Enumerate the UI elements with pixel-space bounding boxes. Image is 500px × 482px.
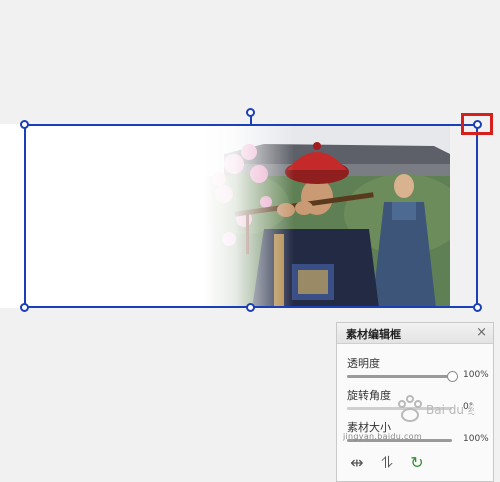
resize-handle-bottom-right[interactable]: [473, 303, 482, 312]
watermark-url: jingyan.baidu.com: [343, 432, 422, 441]
highlight-box: [461, 113, 493, 135]
close-icon[interactable]: ×: [476, 325, 487, 340]
rotate-handle[interactable]: [246, 108, 255, 117]
opacity-label: 透明度: [347, 357, 380, 370]
resize-handle-bottom-left[interactable]: [20, 303, 29, 312]
adjacent-material-area: [0, 124, 24, 308]
baidu-watermark-logo: Bai du 经验: [398, 395, 474, 422]
flip-horizontal-icon[interactable]: ⇹: [347, 453, 367, 473]
opacity-value: 100%: [463, 370, 489, 380]
panel-header: 素材编辑框 ×: [337, 323, 493, 344]
rotate-icon[interactable]: ↻: [407, 453, 427, 473]
rotation-stem: [250, 116, 252, 125]
opacity-slider-fill: [347, 375, 452, 378]
editor-canvas[interactable]: 素材编辑框 × 透明度 100% 旋转角度 0° 素材大小 100% ⇹ ⥮ ↻…: [0, 0, 500, 482]
flip-vertical-icon[interactable]: ⥮: [377, 453, 397, 473]
selection-frame: [24, 124, 478, 308]
resize-handle-top-left[interactable]: [20, 120, 29, 129]
panel-title: 素材编辑框: [346, 328, 401, 341]
watermark-logo-text: Bai du 经验: [426, 402, 474, 417]
opacity-slider[interactable]: [347, 375, 452, 378]
opacity-slider-thumb[interactable]: [447, 371, 458, 382]
size-value: 100%: [463, 434, 489, 444]
resize-handle-bottom-center[interactable]: [246, 303, 255, 312]
